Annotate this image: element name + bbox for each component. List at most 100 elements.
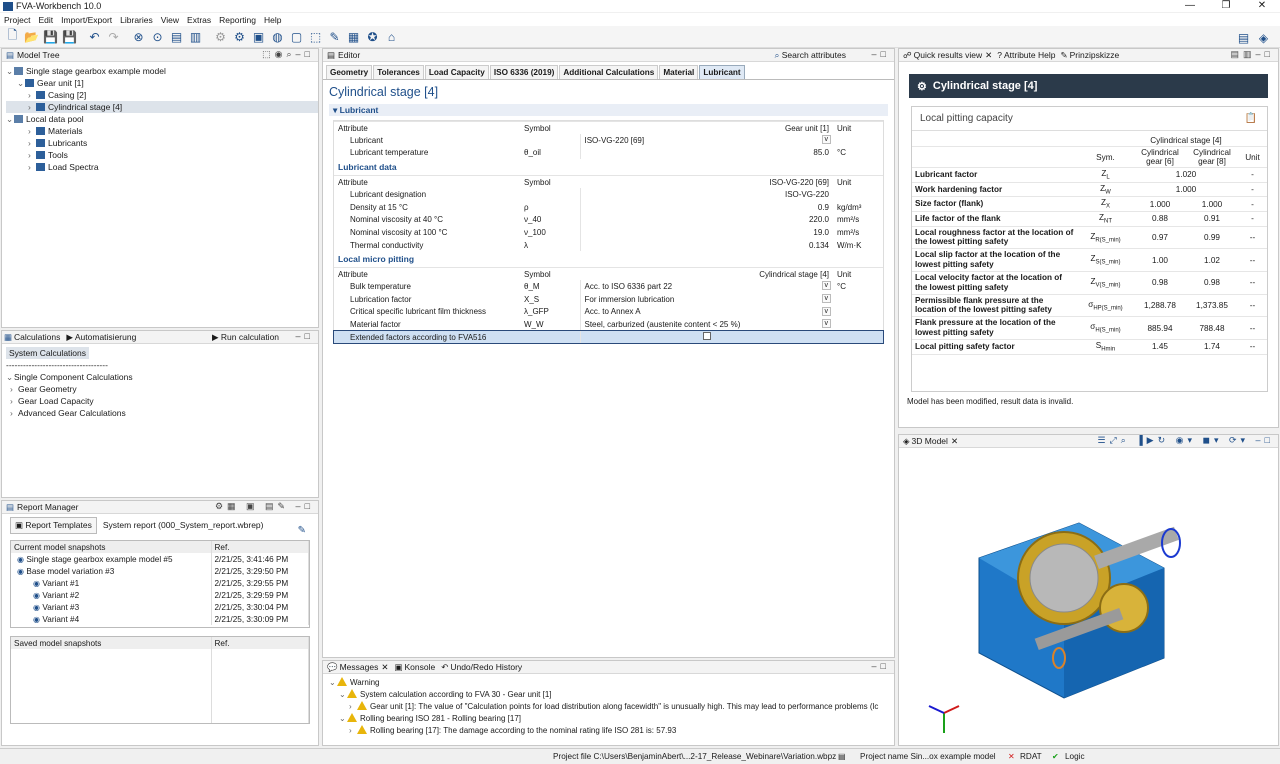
stop-icon[interactable]: ⊗ [130, 28, 147, 45]
tab-additional-calculations[interactable]: Additional Calculations [559, 65, 659, 79]
attribute-row[interactable]: Lubrication factor X_S For immersion lubri… [334, 293, 883, 306]
tab-iso-6336-2019-[interactable]: ISO 6336 (2019) [489, 65, 559, 79]
expand-icon[interactable]: › [28, 161, 36, 173]
gearbox-3d-view[interactable] [899, 448, 1279, 746]
menu-item-edit[interactable]: Edit [38, 15, 53, 25]
expand-icon[interactable]: ⌄ [17, 77, 25, 89]
attribute-value[interactable]: ISO-VG-220 [579, 188, 833, 201]
report-toolbar-icon[interactable]: ⚙▦ ▣ ▤✎ –□ [215, 501, 314, 512]
search-attributes-button[interactable]: ⌕ Search attributes [775, 50, 846, 61]
expand-icon[interactable]: ⌄ [329, 677, 337, 689]
message-line[interactable]: ⌄ Warning [329, 677, 894, 689]
attribute-row[interactable]: Lubricant ISO-VG-220 [69] v [334, 134, 883, 147]
expand-icon[interactable]: › [28, 125, 36, 137]
rdat-status[interactable]: RDAT [1020, 752, 1042, 761]
save-icon[interactable]: 💾 [42, 28, 59, 45]
attribute-value[interactable]: Acc. to ISO 6336 part 22 v [579, 280, 833, 294]
tab-material[interactable]: Material [659, 65, 699, 79]
menu-item-project[interactable]: Project [4, 15, 30, 25]
attribute-value[interactable]: 0.134 [579, 238, 833, 252]
open-folder-icon[interactable]: 📂 [23, 28, 40, 45]
globe-icon[interactable]: ◍ [269, 28, 286, 45]
expand-icon[interactable]: › [10, 395, 18, 407]
attribute-value[interactable]: 220.0 [579, 213, 833, 227]
expand-icon[interactable]: › [28, 101, 36, 113]
message-line[interactable]: › Gear unit [1]: The value of "Calculatio… [329, 701, 894, 713]
run-document-icon[interactable]: ▤ [168, 28, 185, 45]
calc-tree-item[interactable]: ⌄Single Component Calculations [6, 371, 318, 383]
snapshot-row[interactable]: ◉ Single stage gearbox example model #5 2… [11, 553, 309, 565]
menu-item-importexport[interactable]: Import/Export [61, 15, 112, 25]
attribute-value[interactable]: Steel, carburized (austenite content < 2… [579, 318, 833, 331]
attribute-row[interactable]: Critical specific lubricant film thickne… [334, 305, 883, 319]
dropdown-icon[interactable]: v [821, 294, 831, 304]
tree-item[interactable]: › Load Spectra [6, 161, 318, 173]
help-icon[interactable]: ✪ [364, 28, 381, 45]
tab-quick-results[interactable]: Quick results view [914, 50, 983, 60]
snapshot-row[interactable]: ◉ Variant #4 2/21/25, 3:30:09 PM [11, 613, 309, 625]
export-icon[interactable]: ⬚ [307, 28, 324, 45]
dropdown-icon[interactable]: v [821, 135, 831, 145]
tab-automatisierung[interactable]: Automatisierung [75, 332, 136, 342]
expand-icon[interactable]: › [28, 149, 36, 161]
maximize-icon[interactable]: ❐ [1208, 0, 1244, 12]
close-tab-icon[interactable]: ✕ [381, 662, 388, 673]
tab-konsole[interactable]: Konsole [405, 662, 436, 672]
report-icon[interactable]: ▥ [187, 28, 204, 45]
tree-item[interactable]: › Lubricants [6, 137, 318, 149]
menu-item-help[interactable]: Help [264, 15, 281, 25]
calc-tree-item[interactable]: › Gear Geometry [6, 383, 318, 395]
attribute-value[interactable]: For immersion lubrication v [579, 293, 833, 306]
redo-icon[interactable]: ↷ [105, 28, 122, 45]
tab-tolerances[interactable]: Tolerances [373, 65, 424, 79]
calc-tree-item[interactable]: ------------------------------------ [6, 359, 318, 371]
attribute-row[interactable]: Bulk temperature θ_M Acc. to ISO 6336 part… [334, 280, 883, 294]
menu-item-view[interactable]: View [161, 15, 179, 25]
tab-undo-redo[interactable]: Undo/Redo History [450, 662, 522, 672]
dropdown-icon[interactable]: v [821, 281, 831, 291]
panel-controls-icon[interactable]: –□ [296, 331, 314, 341]
tab-3d-model[interactable]: 3D Model [912, 436, 948, 446]
expand-icon[interactable]: ⌄ [6, 65, 14, 77]
new-file-icon[interactable]: 🗋 [4, 28, 21, 45]
undo-icon[interactable]: ↶ [86, 28, 103, 45]
attribute-value[interactable]: 19.0 [579, 226, 833, 239]
tree-item[interactable]: ⌄ Local data pool [6, 113, 318, 125]
tab-messages[interactable]: Messages [340, 662, 379, 672]
close-tab-icon[interactable]: ✕ [951, 436, 958, 447]
attribute-row[interactable]: Nominal viscosity at 100 °C ν_100 19.0 mm²/… [334, 226, 883, 239]
screen-icon[interactable]: ▢ [288, 28, 305, 45]
menu-item-extras[interactable]: Extras [187, 15, 211, 25]
fva-logo-icon[interactable]: ◈ [1255, 29, 1274, 46]
menu-item-reporting[interactable]: Reporting [219, 15, 256, 25]
menu-item-libraries[interactable]: Libraries [120, 15, 153, 25]
tab-lubricant[interactable]: Lubricant [699, 65, 745, 79]
expand-icon[interactable]: ⌄ [6, 371, 14, 383]
expand-icon[interactable]: › [28, 137, 36, 149]
calc-tree-item[interactable]: System Calculations [6, 347, 90, 359]
attribute-row[interactable]: Lubricant temperature θ_oil 85.0 °C [334, 146, 883, 160]
view-toolbar-icon[interactable]: ☰⤢⌕ ▐▶↻ ◉▾ ◼▾ ⟳▾ –□ [1097, 435, 1274, 446]
logic-status[interactable]: Logic [1065, 752, 1085, 761]
tree-item[interactable]: › Materials [6, 125, 318, 137]
tab-geometry[interactable]: Geometry [326, 65, 373, 79]
close-tab-icon[interactable]: ✕ [985, 50, 992, 61]
attribute-row[interactable]: Lubricant designation ISO-VG-220 [334, 188, 883, 201]
expand-icon[interactable]: › [10, 383, 18, 395]
run-icon[interactable]: ⊙ [149, 28, 166, 45]
tree-item[interactable]: › Casing [2] [6, 89, 318, 101]
extended-factors-checkbox[interactable] [702, 332, 711, 341]
edit-template-icon[interactable]: ✎ [298, 525, 306, 536]
attribute-value[interactable]: 85.0 [579, 146, 833, 160]
clipboard-icon[interactable]: 📋 [1245, 107, 1257, 131]
home-icon[interactable]: ⌂ [383, 28, 400, 45]
run-calculation-button[interactable]: ▶ Run calculation [212, 332, 279, 343]
panel-controls-icon[interactable]: ▤▥–□ [1231, 49, 1274, 60]
expand-icon[interactable]: › [349, 701, 357, 713]
attribute-row[interactable]: Thermal conductivity λ 0.134 W/m·K [334, 238, 883, 252]
message-line[interactable]: ⌄ Rolling bearing ISO 281 - Rolling beari… [329, 713, 894, 725]
tree-item[interactable]: › Tools [6, 149, 318, 161]
panel-controls-icon[interactable]: –□ [872, 661, 890, 671]
attribute-row[interactable]: Nominal viscosity at 40 °C ν_40 220.0 mm²/s [334, 213, 883, 227]
report-templates-button[interactable]: ▣ Report Templates [10, 516, 97, 534]
